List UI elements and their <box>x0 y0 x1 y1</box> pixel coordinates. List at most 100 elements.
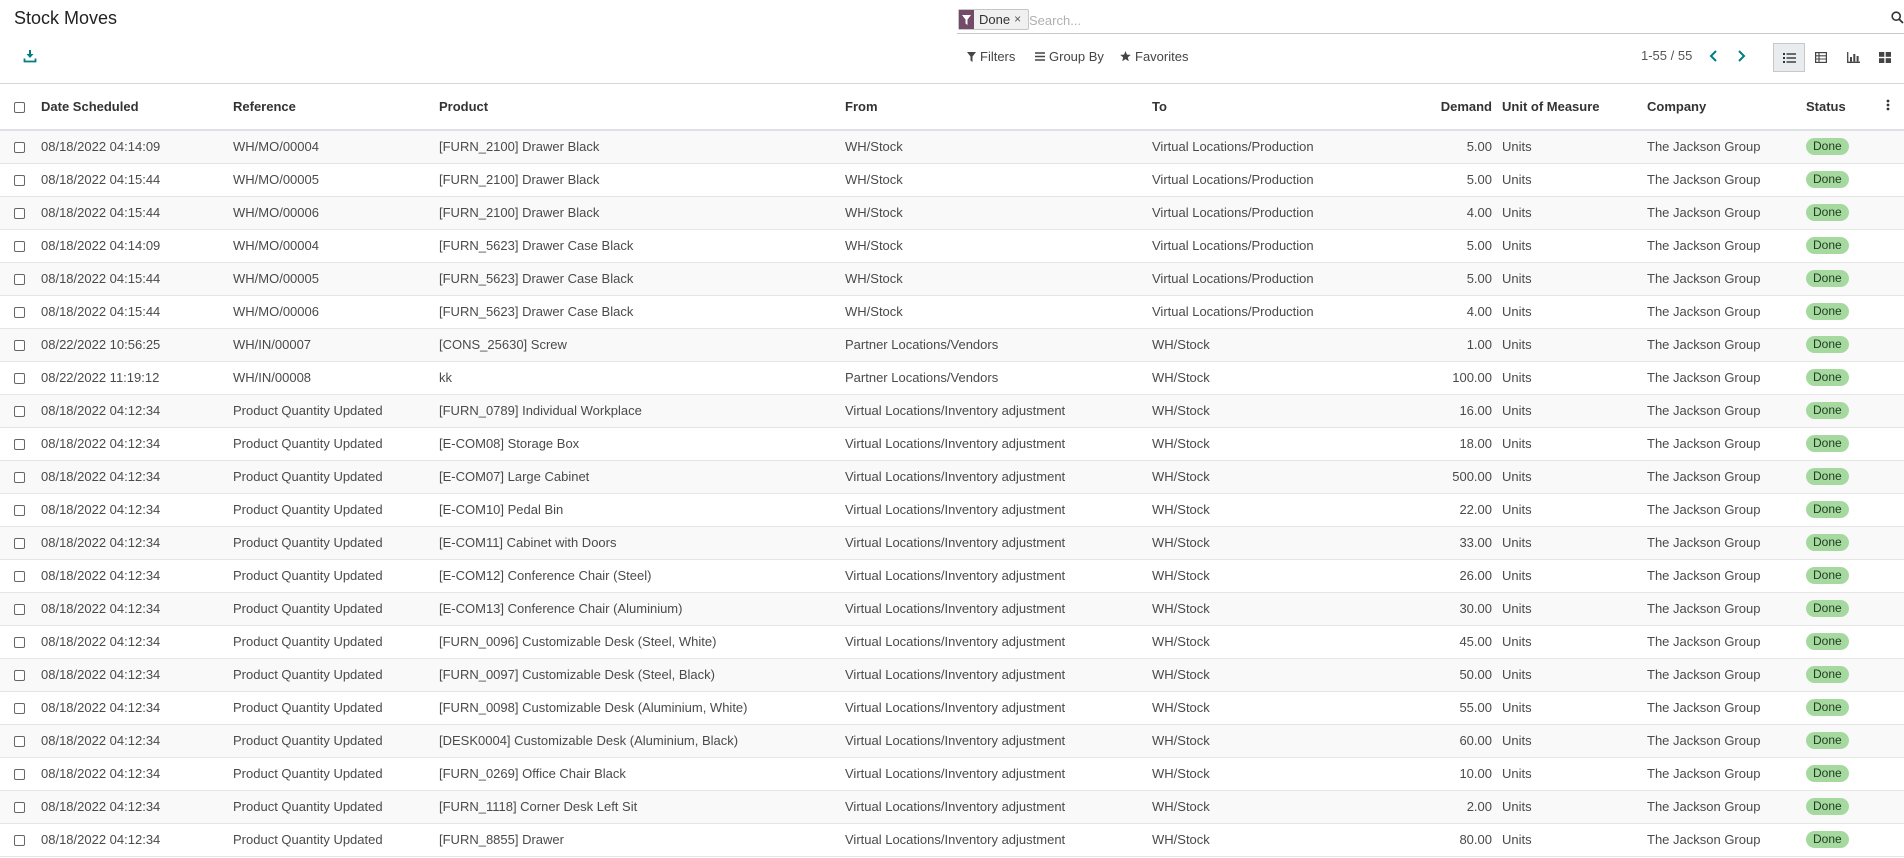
row-checkbox[interactable] <box>14 802 25 814</box>
header-from[interactable]: From <box>845 84 1152 130</box>
graph-view-button[interactable] <box>1837 43 1869 72</box>
cell-to: Virtual Locations/Production <box>1152 271 1314 286</box>
cell-product: [FURN_0269] Office Chair Black <box>439 766 626 781</box>
cell-unit-of-measure: Units <box>1502 370 1532 385</box>
header-product[interactable]: Product <box>439 84 845 130</box>
row-checkbox[interactable] <box>14 439 25 451</box>
status-badge: Done <box>1806 468 1849 485</box>
cell-reference: WH/IN/00008 <box>233 370 312 385</box>
row-checkbox[interactable] <box>14 142 25 154</box>
cell-unit-of-measure: Units <box>1502 535 1532 550</box>
status-badge: Done <box>1806 732 1849 749</box>
cell-to: WH/Stock <box>1152 568 1210 583</box>
table-row[interactable]: 08/18/2022 04:12:34 Product Quantity Upda… <box>0 592 1904 625</box>
status-badge: Done <box>1806 765 1849 782</box>
row-checkbox[interactable] <box>14 274 25 286</box>
header-to[interactable]: To <box>1152 84 1370 130</box>
row-checkbox[interactable] <box>14 472 25 484</box>
header-status[interactable]: Status <box>1806 84 1876 130</box>
row-checkbox[interactable] <box>14 538 25 550</box>
row-checkbox[interactable] <box>14 505 25 517</box>
header-company[interactable]: Company <box>1647 84 1806 130</box>
table-row[interactable]: 08/18/2022 04:12:34 Product Quantity Upda… <box>0 394 1904 427</box>
table-row[interactable]: 08/18/2022 04:12:34 Product Quantity Upda… <box>0 625 1904 658</box>
row-checkbox[interactable] <box>14 769 25 781</box>
row-checkbox[interactable] <box>14 208 25 220</box>
table-row[interactable]: 08/18/2022 04:12:34 Product Quantity Upda… <box>0 427 1904 460</box>
header-unit-of-measure[interactable]: Unit of Measure <box>1502 84 1647 130</box>
table-row[interactable]: 08/18/2022 04:15:44 WH/MO/00006 [FURN_5623… <box>0 295 1904 328</box>
download-icon[interactable] <box>23 49 37 63</box>
row-checkbox[interactable] <box>14 175 25 187</box>
select-all-checkbox[interactable] <box>14 102 25 114</box>
cell-company: The Jackson Group <box>1647 271 1761 286</box>
row-checkbox[interactable] <box>14 604 25 616</box>
table-row[interactable]: 08/18/2022 04:15:44 WH/MO/00005 [FURN_2100… <box>0 163 1904 196</box>
table-row[interactable]: 08/18/2022 04:15:44 WH/MO/00006 [FURN_2100… <box>0 196 1904 229</box>
pager-next-icon[interactable] <box>1737 50 1746 62</box>
table-row[interactable]: 08/22/2022 10:56:25 WH/IN/00007 [CONS_2563… <box>0 328 1904 361</box>
cell-unit-of-measure: Units <box>1502 634 1532 649</box>
table-row[interactable]: 08/18/2022 04:12:34 Product Quantity Upda… <box>0 493 1904 526</box>
cell-from: Virtual Locations/Inventory adjustment <box>845 634 1066 649</box>
table-row[interactable]: 08/18/2022 04:12:34 Product Quantity Upda… <box>0 757 1904 790</box>
cell-unit-of-measure: Units <box>1502 172 1532 187</box>
search-icon[interactable] <box>1891 11 1904 24</box>
cell-from: WH/Stock <box>845 172 903 187</box>
header-demand[interactable]: Demand <box>1370 84 1502 130</box>
row-checkbox[interactable] <box>14 571 25 583</box>
filters-button[interactable]: Filters <box>967 49 1015 64</box>
row-checkbox[interactable] <box>14 637 25 649</box>
cell-date-scheduled: 08/22/2022 10:56:25 <box>41 337 161 352</box>
pager-previous-icon[interactable] <box>1709 50 1718 62</box>
cell-date-scheduled: 08/18/2022 04:14:09 <box>41 238 161 253</box>
row-checkbox[interactable] <box>14 835 25 847</box>
row-checkbox[interactable] <box>14 307 25 319</box>
row-checkbox[interactable] <box>14 241 25 253</box>
cell-product: [E-COM13] Conference Chair (Aluminium) <box>439 601 683 616</box>
table-row[interactable]: 08/18/2022 04:15:44 WH/MO/00005 [FURN_5623… <box>0 262 1904 295</box>
table-row[interactable]: 08/18/2022 04:12:34 Product Quantity Upda… <box>0 823 1904 856</box>
cell-demand: 45.00 <box>1459 634 1492 649</box>
header-reference[interactable]: Reference <box>233 84 439 130</box>
header-date-scheduled[interactable]: Date Scheduled <box>41 84 233 130</box>
row-checkbox[interactable] <box>14 703 25 715</box>
row-checkbox[interactable] <box>14 340 25 352</box>
search-input[interactable] <box>1029 10 1849 30</box>
stock-moves-table: Date Scheduled Reference Product From To… <box>0 84 1904 857</box>
table-row[interactable]: 08/18/2022 04:12:34 Product Quantity Upda… <box>0 790 1904 823</box>
table-row[interactable]: 08/18/2022 04:12:34 Product Quantity Upda… <box>0 526 1904 559</box>
kanban-view-button[interactable] <box>1869 43 1901 72</box>
group-by-button[interactable]: Group By <box>1035 49 1104 64</box>
cell-to: Virtual Locations/Production <box>1152 238 1314 253</box>
cell-reference: Product Quantity Updated <box>233 799 383 814</box>
facet-remove-icon[interactable]: × <box>1014 10 1028 29</box>
table-header-row: Date Scheduled Reference Product From To… <box>0 84 1904 130</box>
status-badge: Done <box>1806 204 1849 221</box>
cell-unit-of-measure: Units <box>1502 205 1532 220</box>
row-checkbox[interactable] <box>14 373 25 385</box>
column-options-button[interactable] <box>1876 84 1904 130</box>
table-row[interactable]: 08/18/2022 04:14:09 WH/MO/00004 [FURN_2100… <box>0 130 1904 163</box>
cell-demand: 5.00 <box>1466 271 1492 286</box>
table-row[interactable]: 08/18/2022 04:12:34 Product Quantity Upda… <box>0 460 1904 493</box>
row-checkbox[interactable] <box>14 736 25 748</box>
list-view-button[interactable] <box>1773 43 1805 72</box>
table-row[interactable]: 08/18/2022 04:12:34 Product Quantity Upda… <box>0 691 1904 724</box>
pivot-view-button[interactable] <box>1805 43 1837 72</box>
table-row[interactable]: 08/18/2022 04:14:09 WH/MO/00004 [FURN_5623… <box>0 229 1904 262</box>
cell-from: Virtual Locations/Inventory adjustment <box>845 799 1066 814</box>
table-row[interactable]: 08/18/2022 04:12:34 Product Quantity Upda… <box>0 724 1904 757</box>
search-facet[interactable]: Done × <box>958 9 1030 30</box>
pager-value[interactable]: 1-55 / 55 <box>1641 48 1692 63</box>
table-row[interactable]: 08/22/2022 11:19:12 WH/IN/00008 kk Partner … <box>0 361 1904 394</box>
table-row[interactable]: 08/18/2022 04:12:34 Product Quantity Upda… <box>0 658 1904 691</box>
favorites-button[interactable]: Favorites <box>1120 49 1188 64</box>
cell-company: The Jackson Group <box>1647 634 1761 649</box>
row-checkbox[interactable] <box>14 670 25 682</box>
row-checkbox[interactable] <box>14 406 25 418</box>
cell-from: WH/Stock <box>845 304 903 319</box>
bar-chart-icon <box>1846 52 1860 63</box>
control-panel: Stock Moves Done × Filters Group By Favo… <box>0 0 1904 84</box>
table-row[interactable]: 08/18/2022 04:12:34 Product Quantity Upda… <box>0 559 1904 592</box>
